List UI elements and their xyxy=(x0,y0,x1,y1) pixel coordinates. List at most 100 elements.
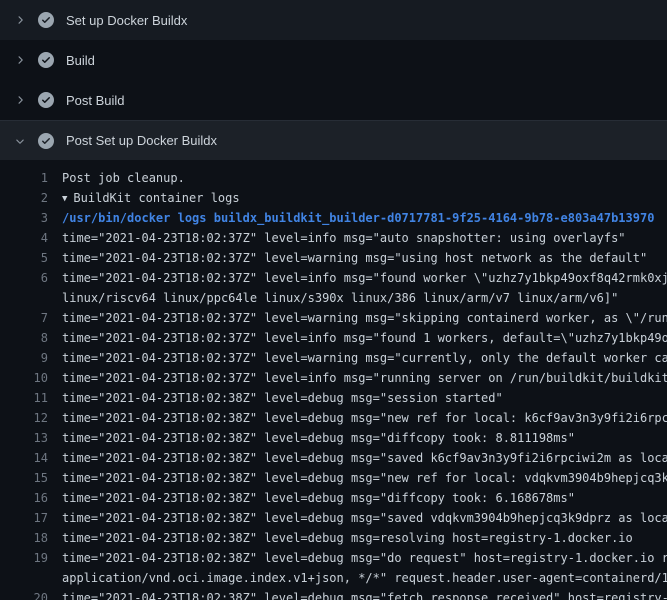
chevron-right-icon[interactable] xyxy=(12,92,28,108)
log-line-content: /usr/bin/docker logs buildx_buildkit_bui… xyxy=(62,211,654,225)
group-toggle-icon[interactable]: ▼ xyxy=(62,194,67,204)
log-line: 11 time="2021-04-23T18:02:38Z" level=deb… xyxy=(0,388,667,408)
log-line-text: time="2021-04-23T18:02:38Z" level=debug … xyxy=(62,408,667,428)
log-line-text: time="2021-04-23T18:02:38Z" level=debug … xyxy=(62,448,667,468)
log-line-text: time="2021-04-23T18:02:37Z" level=warnin… xyxy=(62,308,667,328)
log-line-text: /usr/bin/docker logs buildx_buildkit_bui… xyxy=(62,208,667,228)
log-line-number[interactable]: 8 xyxy=(0,328,48,348)
log-line-content: time="2021-04-23T18:02:38Z" level=debug … xyxy=(62,531,633,545)
log-line-text: time="2021-04-23T18:02:37Z" level=info m… xyxy=(62,328,667,348)
log-line-content: application/vnd.oci.image.index.v1+json,… xyxy=(62,571,667,585)
log-line-text: time="2021-04-23T18:02:37Z" level=info m… xyxy=(62,228,667,248)
step-label: Post Build xyxy=(66,93,125,108)
log-line-content: time="2021-04-23T18:02:37Z" level=warnin… xyxy=(62,251,647,265)
log-line-text: time="2021-04-23T18:02:37Z" level=warnin… xyxy=(62,348,667,368)
log-line-number[interactable]: 18 xyxy=(0,528,48,548)
log-line-text: Post job cleanup. xyxy=(62,168,667,188)
log-line-content: time="2021-04-23T18:02:38Z" level=debug … xyxy=(62,471,667,485)
log-line: linux/riscv64 linux/ppc64le linux/s390x … xyxy=(0,288,667,308)
log-line-number[interactable]: 13 xyxy=(0,428,48,448)
log-line-text: time="2021-04-23T18:02:38Z" level=debug … xyxy=(62,508,667,528)
log-line-content: time="2021-04-23T18:02:38Z" level=debug … xyxy=(62,451,667,465)
log-line-text: time="2021-04-23T18:02:38Z" level=debug … xyxy=(62,588,667,600)
check-circle-icon xyxy=(38,12,54,28)
log-line-number[interactable] xyxy=(0,288,48,308)
log-line: 15 time="2021-04-23T18:02:38Z" level=deb… xyxy=(0,468,667,488)
step-label: Build xyxy=(66,53,95,68)
log-line-content: time="2021-04-23T18:02:37Z" level=info m… xyxy=(62,331,667,345)
log-line-content: time="2021-04-23T18:02:38Z" level=debug … xyxy=(62,591,667,600)
step-row[interactable]: Post Build xyxy=(0,80,667,120)
log-line: 18 time="2021-04-23T18:02:38Z" level=deb… xyxy=(0,528,667,548)
log-line: 6 time="2021-04-23T18:02:37Z" level=info… xyxy=(0,268,667,288)
log-line: 19 time="2021-04-23T18:02:38Z" level=deb… xyxy=(0,548,667,568)
log-line: 5 time="2021-04-23T18:02:37Z" level=warn… xyxy=(0,248,667,268)
log-line-number[interactable]: 15 xyxy=(0,468,48,488)
log-line-content: BuildKit container logs xyxy=(73,191,239,205)
log-line: 3 /usr/bin/docker logs buildx_buildkit_b… xyxy=(0,208,667,228)
log-line: 14 time="2021-04-23T18:02:38Z" level=deb… xyxy=(0,448,667,468)
log-line: 9 time="2021-04-23T18:02:37Z" level=warn… xyxy=(0,348,667,368)
actions-log-viewer: Set up Docker Buildx Build Post Build Po… xyxy=(0,0,667,600)
steps-list: Set up Docker Buildx Build Post Build Po… xyxy=(0,0,667,160)
log-line-number[interactable]: 20 xyxy=(0,588,48,600)
step-row[interactable]: Build xyxy=(0,40,667,80)
log-line-content: time="2021-04-23T18:02:38Z" level=debug … xyxy=(62,391,503,405)
step-row[interactable]: Set up Docker Buildx xyxy=(0,0,667,40)
log-line: 2 ▼ BuildKit container logs xyxy=(0,188,667,208)
log-line-number[interactable]: 5 xyxy=(0,248,48,268)
log-line-number[interactable]: 17 xyxy=(0,508,48,528)
log-line-text: time="2021-04-23T18:02:38Z" level=debug … xyxy=(62,528,667,548)
log-line-content: linux/riscv64 linux/ppc64le linux/s390x … xyxy=(62,291,618,305)
log-line-number[interactable]: 2 xyxy=(0,188,48,208)
log-line-content: time="2021-04-23T18:02:38Z" level=debug … xyxy=(62,411,667,425)
chevron-right-icon[interactable] xyxy=(12,52,28,68)
log-line-number[interactable]: 3 xyxy=(0,208,48,228)
log-line: 10 time="2021-04-23T18:02:37Z" level=inf… xyxy=(0,368,667,388)
log-line: 4 time="2021-04-23T18:02:37Z" level=info… xyxy=(0,228,667,248)
log-line-number[interactable]: 12 xyxy=(0,408,48,428)
check-circle-icon xyxy=(38,92,54,108)
log-line-number[interactable]: 1 xyxy=(0,168,48,188)
log-line: 1 Post job cleanup. xyxy=(0,168,667,188)
log-line-content: time="2021-04-23T18:02:38Z" level=debug … xyxy=(62,491,575,505)
step-row[interactable]: Post Set up Docker Buildx xyxy=(0,120,667,160)
log-line-content: time="2021-04-23T18:02:37Z" level=info m… xyxy=(62,271,667,285)
log-line-text: application/vnd.oci.image.index.v1+json,… xyxy=(62,568,667,588)
log-line-text: linux/riscv64 linux/ppc64le linux/s390x … xyxy=(62,288,667,308)
check-circle-icon xyxy=(38,133,54,149)
check-circle-icon xyxy=(38,52,54,68)
chevron-right-icon[interactable] xyxy=(12,12,28,28)
log-line-text: time="2021-04-23T18:02:37Z" level=info m… xyxy=(62,368,667,388)
log-line-content: time="2021-04-23T18:02:38Z" level=debug … xyxy=(62,511,667,525)
log-line-text: time="2021-04-23T18:02:37Z" level=info m… xyxy=(62,268,667,288)
log-line-number[interactable]: 6 xyxy=(0,268,48,288)
log-line-text: time="2021-04-23T18:02:37Z" level=warnin… xyxy=(62,248,667,268)
log-line-content: Post job cleanup. xyxy=(62,171,185,185)
log-line-text: time="2021-04-23T18:02:38Z" level=debug … xyxy=(62,388,667,408)
log-line-number[interactable]: 16 xyxy=(0,488,48,508)
log-line-content: time="2021-04-23T18:02:37Z" level=warnin… xyxy=(62,311,667,325)
log-line-content: time="2021-04-23T18:02:38Z" level=debug … xyxy=(62,551,667,565)
log-line: 20 time="2021-04-23T18:02:38Z" level=deb… xyxy=(0,588,667,600)
log-line-number[interactable]: 10 xyxy=(0,368,48,388)
log-line-content: time="2021-04-23T18:02:37Z" level=warnin… xyxy=(62,351,667,365)
log-line: application/vnd.oci.image.index.v1+json,… xyxy=(0,568,667,588)
log-line-content: time="2021-04-23T18:02:37Z" level=info m… xyxy=(62,231,626,245)
log-line: 17 time="2021-04-23T18:02:38Z" level=deb… xyxy=(0,508,667,528)
log-line: 16 time="2021-04-23T18:02:38Z" level=deb… xyxy=(0,488,667,508)
log-line-number[interactable]: 7 xyxy=(0,308,48,328)
log-line-number[interactable]: 4 xyxy=(0,228,48,248)
log-line-number[interactable]: 9 xyxy=(0,348,48,368)
log-line-content: time="2021-04-23T18:02:37Z" level=info m… xyxy=(62,371,667,385)
log-line-text: time="2021-04-23T18:02:38Z" level=debug … xyxy=(62,548,667,568)
log-line-number[interactable]: 14 xyxy=(0,448,48,468)
log-line-text: time="2021-04-23T18:02:38Z" level=debug … xyxy=(62,488,667,508)
log-line: 12 time="2021-04-23T18:02:38Z" level=deb… xyxy=(0,408,667,428)
log-line-number[interactable] xyxy=(0,568,48,588)
log-line-number[interactable]: 19 xyxy=(0,548,48,568)
log-line-content: time="2021-04-23T18:02:38Z" level=debug … xyxy=(62,431,575,445)
log-line-number[interactable]: 11 xyxy=(0,388,48,408)
chevron-down-icon[interactable] xyxy=(12,133,28,149)
log-line: 8 time="2021-04-23T18:02:37Z" level=info… xyxy=(0,328,667,348)
